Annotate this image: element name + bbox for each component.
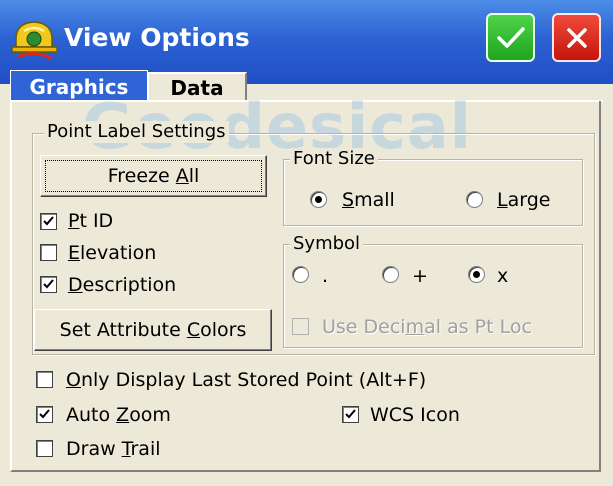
wcs-icon-label[interactable]: WCS Icon <box>370 403 460 427</box>
radio-dot <box>315 196 322 203</box>
close-x-icon <box>566 27 587 48</box>
elevation-label[interactable]: Elevation <box>68 241 156 265</box>
focus-rectangle <box>45 160 262 192</box>
font-small-label[interactable]: Small <box>342 188 395 212</box>
symbol-dot-label[interactable]: . <box>322 264 328 288</box>
symbol-plus-radio[interactable] <box>382 266 399 283</box>
hardhat-logo-icon <box>10 17 60 63</box>
font-large-label[interactable]: Large <box>497 188 550 212</box>
use-decimal-label: Use Decimal as Pt Loc <box>322 316 532 338</box>
close-button[interactable] <box>552 13 601 62</box>
description-checkbox[interactable] <box>40 276 57 293</box>
pt-id-label[interactable]: Pt ID <box>68 209 113 233</box>
ok-button[interactable] <box>486 13 535 62</box>
font-large-radio[interactable] <box>466 191 483 208</box>
point-label-settings-title: Point Label Settings <box>44 121 229 143</box>
use-decimal-checkbox <box>292 318 309 335</box>
check-mark-icon <box>43 279 54 289</box>
draw-trail-label[interactable]: Draw Trail <box>66 437 161 461</box>
auto-zoom-checkbox[interactable] <box>36 406 53 423</box>
description-label[interactable]: Description <box>68 273 176 297</box>
symbol-x-label[interactable]: x <box>497 264 508 288</box>
checkmark-icon <box>496 26 525 48</box>
wcs-icon-checkbox[interactable] <box>342 406 359 423</box>
pt-id-checkbox[interactable] <box>40 213 57 230</box>
freeze-all-button[interactable]: Freeze All <box>40 155 267 197</box>
font-size-title: Font Size <box>290 148 378 170</box>
only-display-last-label[interactable]: Only Display Last Stored Point (Alt+F) <box>66 368 426 392</box>
auto-zoom-label[interactable]: Auto Zoom <box>66 403 171 427</box>
set-attribute-colors-label: Set Attribute Colors <box>59 319 247 341</box>
set-attribute-colors-button[interactable]: Set Attribute Colors <box>34 309 272 351</box>
symbol-dot-radio[interactable] <box>292 266 309 283</box>
symbol-title: Symbol <box>290 233 364 255</box>
check-mark-icon <box>43 216 54 226</box>
symbol-plus-label[interactable]: + <box>412 264 428 288</box>
draw-trail-checkbox[interactable] <box>36 440 53 457</box>
window-title: View Options <box>64 23 250 52</box>
check-mark-icon <box>39 409 50 419</box>
only-display-last-checkbox[interactable] <box>36 371 53 388</box>
radio-dot <box>473 271 480 278</box>
elevation-checkbox[interactable] <box>40 244 57 261</box>
symbol-x-radio[interactable] <box>468 266 485 283</box>
check-mark-icon <box>345 409 356 419</box>
font-small-radio[interactable] <box>310 191 327 208</box>
